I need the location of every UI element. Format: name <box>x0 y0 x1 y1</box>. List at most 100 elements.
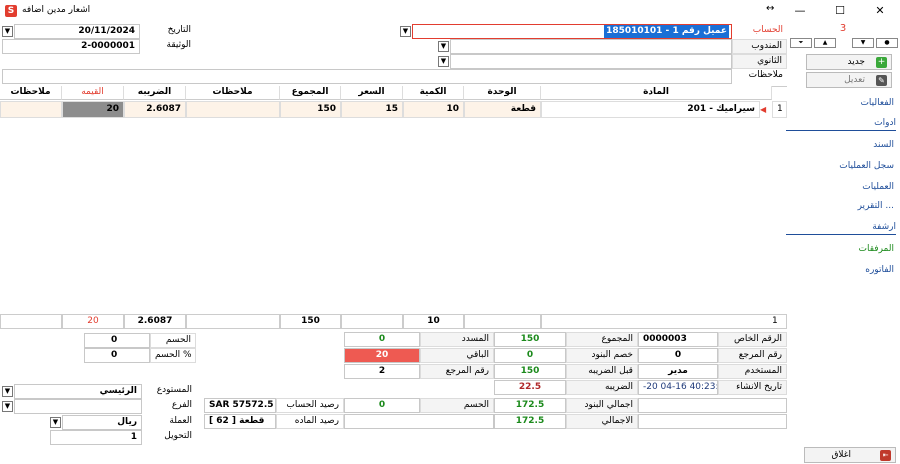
totals-notes-2 <box>0 314 62 329</box>
close-button-label: اغلاق <box>831 450 851 460</box>
secondary-field[interactable] <box>450 54 732 69</box>
account-dropdown-icon[interactable]: ▼ <box>400 26 411 37</box>
total-value: 150 <box>494 332 566 347</box>
row-price[interactable]: 15 <box>341 101 403 118</box>
conversion-value[interactable]: 1 <box>50 430 142 445</box>
row-notes-2[interactable] <box>0 101 62 118</box>
col-qty[interactable]: الكمية <box>403 86 464 100</box>
warehouse-value[interactable]: الرئيسي <box>14 384 142 399</box>
edit-button[interactable]: ✎ تعديل <box>806 72 892 88</box>
warehouse-dropdown-icon[interactable]: ▼ <box>2 386 13 397</box>
maximize-button[interactable]: ☐ <box>820 0 860 22</box>
row-notes[interactable] <box>186 101 280 118</box>
lp-discount-pct-value[interactable]: 0 <box>84 348 150 363</box>
currency-value[interactable]: ريال <box>62 415 142 430</box>
notes-label: ملاحظات <box>732 69 787 84</box>
row-item[interactable]: 201 - سيراميك <box>541 101 760 118</box>
totals-unit <box>464 314 541 329</box>
date-label: التاريخ <box>140 24 195 39</box>
acct-balance-label: رصيد الحساب <box>276 398 344 413</box>
row-index[interactable]: 1 <box>772 101 787 118</box>
sidebar-item-ops-log[interactable]: سجل العمليات <box>839 161 894 171</box>
prev-record-button[interactable]: ▼ <box>852 38 874 48</box>
summary-blank-2 <box>638 414 787 429</box>
sidebar-item-operations[interactable]: العمليات <box>862 182 894 192</box>
pencil-icon: ✎ <box>876 75 887 86</box>
row-tax[interactable]: 2.6087 <box>124 101 186 118</box>
col-unit[interactable]: الوحدة <box>464 86 541 100</box>
discount-value[interactable]: 0 <box>344 398 420 413</box>
user-label: المستخدم <box>718 364 787 379</box>
sidebar-item-report[interactable]: التقرير ... <box>858 201 894 211</box>
item-discount-value: 0 <box>494 348 566 363</box>
exit-icon: ⇤ <box>880 450 891 461</box>
col-total[interactable]: المجموع <box>280 86 341 100</box>
tax-label: الضريبه <box>566 380 638 395</box>
col-notes-2[interactable]: ملاحظات <box>0 86 62 100</box>
summary-blank-3 <box>344 414 494 429</box>
minimize-button[interactable]: — <box>780 0 820 22</box>
secondary-dropdown-icon[interactable]: ▼ <box>438 56 449 67</box>
row-value[interactable]: 20 <box>62 101 124 118</box>
remaining-value: 20 <box>344 348 420 363</box>
col-item[interactable]: المادة <box>541 86 772 100</box>
notes-field[interactable] <box>2 69 732 84</box>
account-value: 185010101 - عميل رقم 1 <box>604 25 729 38</box>
document-field[interactable]: 2-0000001 <box>2 39 140 54</box>
resize-icon[interactable]: ↔ <box>766 3 774 14</box>
sidebar-item-activities[interactable]: الفعاليات <box>860 98 894 108</box>
branch-value[interactable] <box>14 399 142 414</box>
grand-total-label: الاجمالي <box>566 414 638 429</box>
item-discount-label: خصم البنود <box>566 348 638 363</box>
item-balance-label: رصيد الماده <box>276 414 344 429</box>
paid-label: المسدد <box>420 332 494 347</box>
close-window-button[interactable]: ✕ <box>860 0 900 22</box>
next-record-button[interactable]: ▲ <box>814 38 836 48</box>
ref-no2-label: رقم المرجع <box>420 364 494 379</box>
ref-no-value[interactable]: 0 <box>638 348 718 363</box>
secondary-label: الثانوي <box>732 54 787 69</box>
sidebar-archive-heading: ارشفة <box>786 222 896 235</box>
date-dropdown-icon[interactable]: ▼ <box>2 26 13 37</box>
totals-price <box>341 314 403 329</box>
currency-label: العملة <box>142 415 196 430</box>
agent-dropdown-icon[interactable]: ▼ <box>438 41 449 52</box>
sidebar-item-voucher[interactable]: السند <box>873 140 894 150</box>
paid-value[interactable]: 0 <box>344 332 420 347</box>
remaining-label: الباقي <box>420 348 494 363</box>
row-qty[interactable]: 10 <box>403 101 464 118</box>
currency-dropdown-icon[interactable]: ▼ <box>50 417 61 428</box>
totals-tax: 2.6087 <box>124 314 186 329</box>
row-total[interactable]: 150 <box>280 101 341 118</box>
col-tax[interactable]: الضريبه <box>124 86 186 100</box>
lp-discount-value[interactable]: 0 <box>84 333 150 348</box>
branch-dropdown-icon[interactable]: ▼ <box>2 401 13 412</box>
close-button[interactable]: ⇤ اغلاق <box>804 447 896 463</box>
document-label: الوثيقة <box>140 39 195 54</box>
col-price[interactable]: السعر <box>341 86 403 100</box>
first-record-button[interactable]: ● <box>876 38 898 48</box>
agent-label: المندوب <box>732 39 787 54</box>
private-no-value[interactable]: 0000003 <box>638 332 718 347</box>
agent-field[interactable] <box>450 39 732 54</box>
col-notes[interactable]: ملاحظات <box>186 86 280 100</box>
summary-blank-1 <box>638 398 787 413</box>
account-field[interactable]: 185010101 - عميل رقم 1 <box>412 24 732 39</box>
sidebar-item-attachments[interactable]: المرفقات <box>859 244 894 254</box>
date-field[interactable]: 20/11/2024 <box>14 24 140 39</box>
before-tax-value: 150 <box>494 364 566 379</box>
title-bar: S اشعار مدين اضافه ↔ — ☐ ✕ <box>0 0 900 22</box>
warehouse-label: المستودع <box>142 384 196 399</box>
ref-no2-value[interactable]: 2 <box>344 364 420 379</box>
record-counter: 3 <box>839 23 847 34</box>
totals-notes <box>186 314 280 329</box>
col-value[interactable]: القيمه <box>62 86 124 100</box>
created-label: تاريخ الانشاء <box>718 380 787 395</box>
new-button[interactable]: + جديد <box>806 54 892 70</box>
item-balance-value: [ 62 ] قطعة <box>204 414 276 429</box>
row-unit[interactable]: قطعة <box>464 101 541 118</box>
last-record-button[interactable]: ⏷ <box>790 38 812 48</box>
sidebar-item-invoice[interactable]: الفاتوره <box>865 265 894 275</box>
grand-total-value: 172.5 <box>494 414 566 429</box>
before-tax-label: قبل الضريبه <box>566 364 638 379</box>
